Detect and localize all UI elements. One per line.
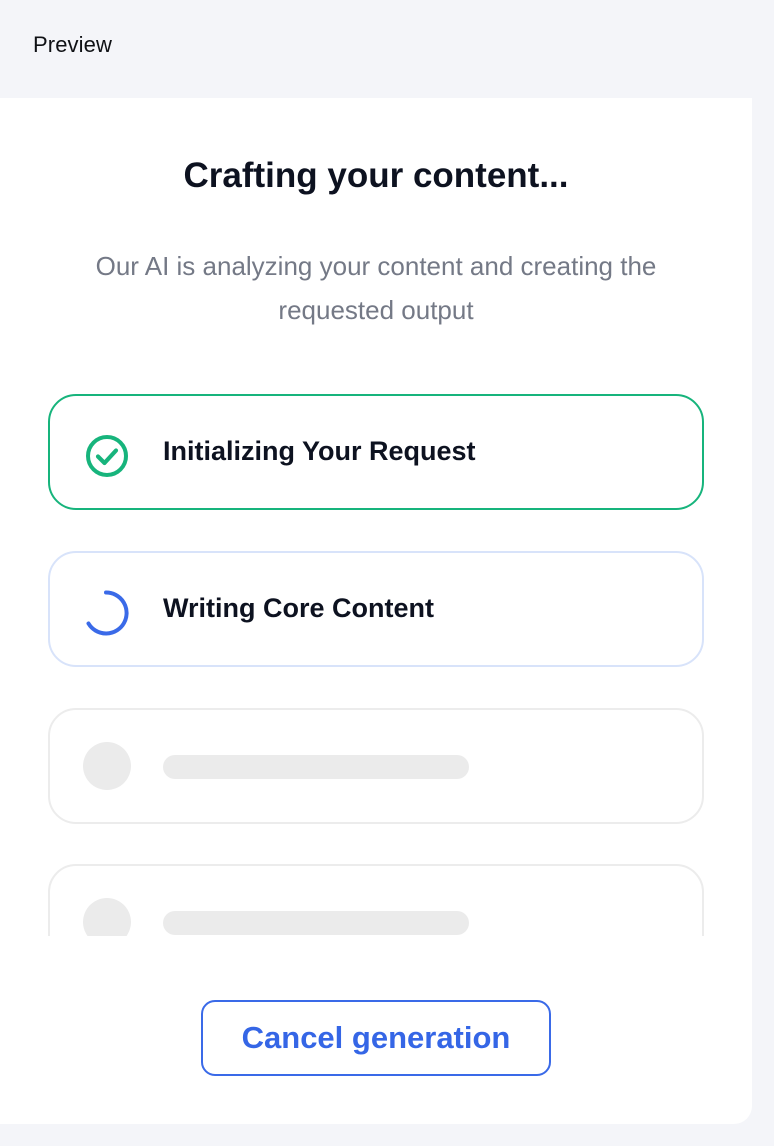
placeholder-bar — [163, 755, 469, 779]
step-writing: Writing Core Content — [48, 551, 704, 667]
step-label: Writing Core Content — [163, 593, 434, 623]
panel-header: Preview — [0, 0, 752, 98]
step-pending — [48, 708, 704, 824]
step-pending — [48, 864, 704, 936]
progress-steps: Initializing Your Request Writing Core C… — [48, 394, 704, 936]
page-subtitle: Our AI is analyzing your content and cre… — [95, 251, 657, 325]
placeholder-circle — [83, 742, 131, 790]
placeholder-bar — [163, 911, 469, 935]
check-circle-icon — [83, 432, 131, 480]
placeholder-circle — [83, 898, 131, 936]
page-title: Crafting your content... — [183, 156, 569, 195]
cancel-generation-button[interactable]: Cancel generation — [201, 1000, 551, 1076]
step-label: Initializing Your Request — [163, 436, 476, 466]
preview-panel: Preview Crafting your content... Our AI … — [0, 0, 752, 1124]
spinner-icon — [83, 589, 131, 637]
step-initializing: Initializing Your Request — [48, 394, 704, 510]
panel-title: Preview — [33, 32, 112, 57]
